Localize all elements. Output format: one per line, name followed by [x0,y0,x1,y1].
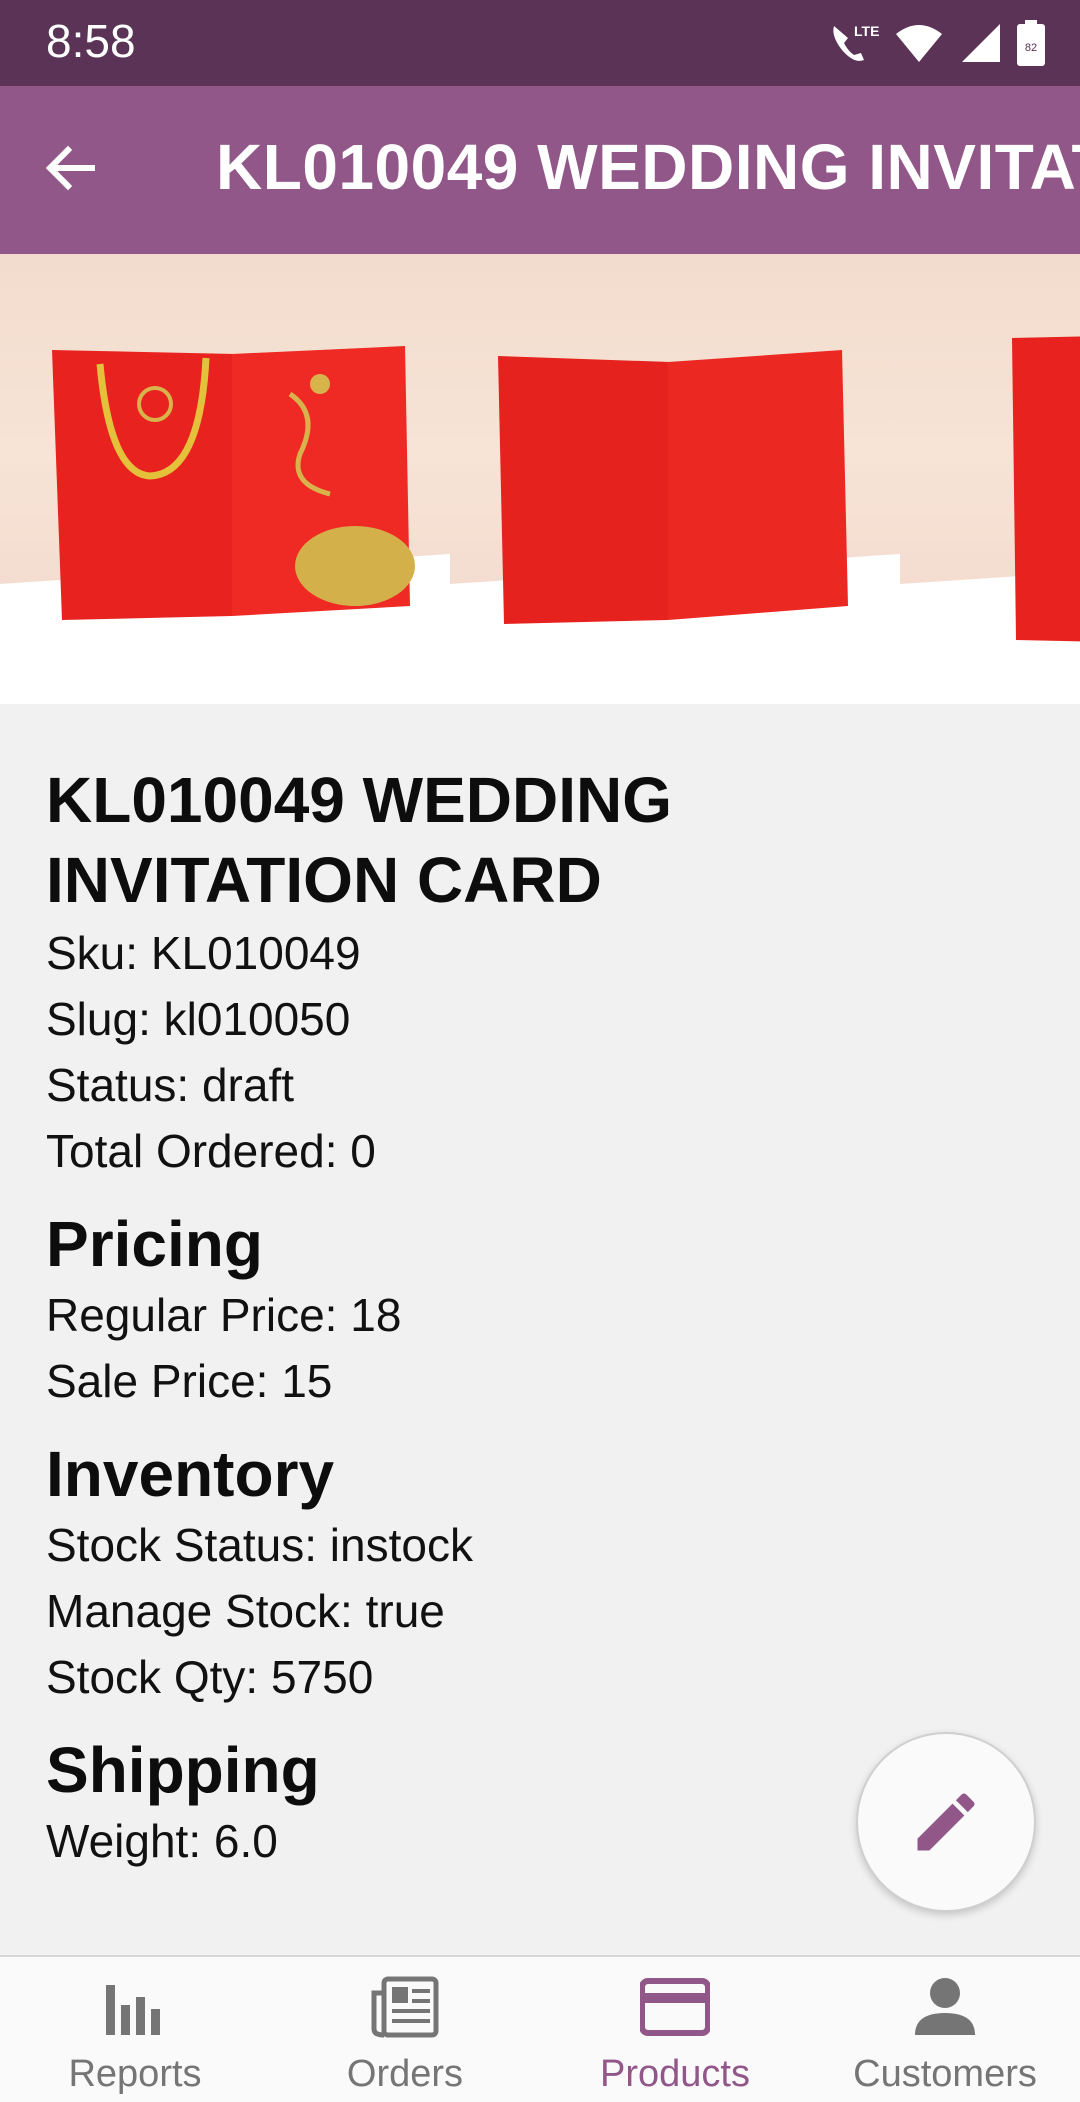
pricing-heading: Pricing [46,1208,263,1280]
manage-stock: Manage Stock: true [46,1585,445,1637]
stock-status: Stock Status: instock [46,1519,473,1571]
signal-icon [958,22,1002,64]
nav-reports-label: Reports [68,2053,202,2095]
edit-product-button[interactable] [856,1732,1036,1912]
inventory-heading: Inventory [46,1438,335,1510]
battery-icon: 82 [1016,20,1046,66]
app-bar-title: KL010049 WEDDING INVITATION CARD [216,131,1080,203]
svg-text:82: 82 [1025,42,1037,54]
status-bar: 8:58 LTE 82 [0,0,1080,86]
status-time: 8:58 [46,15,136,67]
nav-products-label: Products [600,2053,750,2095]
product-image-3[interactable] [900,254,1080,704]
regular-price: Regular Price: 18 [46,1289,402,1341]
product-status: Status: draft [46,1059,295,1111]
call-lte-icon: LTE [828,20,880,66]
product-slug: Slug: kl010050 [46,993,351,1045]
newspaper-icon [371,1976,439,2038]
nav-customers[interactable]: Customers [810,1957,1080,2102]
arrow-back-icon [45,145,95,191]
wifi-icon [894,22,944,64]
svg-text:LTE: LTE [854,23,879,39]
product-total-ordered: Total Ordered: 0 [46,1125,376,1177]
status-icons: LTE 82 [828,18,1046,68]
product-image-1[interactable] [0,254,450,704]
pencil-edit-icon [917,1793,975,1851]
person-icon [915,1978,975,2035]
nav-orders[interactable]: Orders [270,1957,540,2102]
product-image-gallery[interactable] [0,254,1080,704]
product-name: KL010049 WEDDING INVITATION CARD [46,764,672,916]
nav-orders-label: Orders [346,2053,464,2095]
sale-price: Sale Price: 15 [46,1355,333,1407]
product-sku: Sku: KL010049 [46,927,361,979]
nav-products[interactable]: Products [540,1957,810,2102]
nav-customers-label: Customers [853,2053,1037,2095]
back-button[interactable] [40,138,120,202]
bar-chart-icon [106,1985,160,2035]
nav-reports[interactable]: Reports [0,1957,270,2102]
bottom-navigation: Reports Orders Products Customers [0,1955,1080,2102]
product-image-2[interactable] [450,254,900,704]
card-icon [640,1978,710,2036]
product-details: KL010049 WEDDING INVITATION CARD Sku: KL… [46,760,1006,1874]
stock-qty: Stock Qty: 5750 [46,1651,374,1703]
app-bar: KL010049 WEDDING INVITATION CARD [0,86,1080,254]
